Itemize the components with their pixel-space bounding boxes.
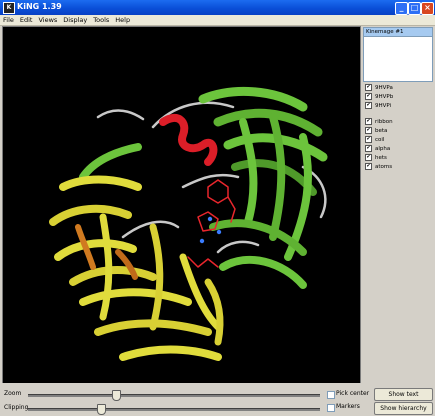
show-text-button[interactable]: Show text [374,388,433,401]
graphics-viewport[interactable] [2,26,361,384]
master-label: atoms [375,164,393,170]
beta-strand [59,175,142,191]
master-label: coil [375,137,385,143]
nitrogen-atom [207,216,213,222]
master-label: hets [375,155,387,161]
clipping-slider-thumb[interactable] [97,404,106,415]
beta-strand [69,266,157,286]
coil-segment [96,109,145,121]
clipping-slider-track[interactable] [28,408,320,411]
beta-strand [79,143,142,181]
checkbox-checked-icon[interactable]: ✔ [365,118,372,125]
master-toggle-beta[interactable]: ✔ beta [365,127,387,135]
ligand-chain [187,256,219,268]
ligand-chain [227,196,236,223]
checkbox-checked-icon[interactable]: ✔ [365,93,372,100]
beta-strand [119,345,222,361]
beta-strand [269,113,286,241]
clipping-label: Clipping [4,404,29,411]
checkbox-checked-icon[interactable]: ✔ [365,136,372,143]
master-toggle-ribbon[interactable]: ✔ ribbon [365,118,393,126]
checkbox-checked-icon[interactable]: ✔ [365,84,372,91]
beta-strand [219,255,307,289]
master-label: beta [375,128,388,134]
beta-strand [213,108,323,137]
kinemage-text-area[interactable] [363,36,433,82]
checkbox-checked-icon[interactable]: ✔ [365,154,372,161]
master-toggle-hets[interactable]: ✔ hets [365,154,387,162]
window-title: KiNG 1.39 [17,2,62,11]
markers-checkbox[interactable] [327,404,335,412]
coil-segment [216,240,260,254]
group-toggle-9hvpa[interactable]: ✔ 9HVPa [365,84,393,92]
title-bar: K KiNG 1.39 _ □ × [0,0,435,15]
ligand-ring [207,179,229,204]
zoom-slider-track[interactable] [28,394,320,397]
group-label: 9HVPb [375,94,394,100]
show-hierarchy-button[interactable]: Show hierarchy [374,402,433,415]
bottom-controls: Zoom Clipping Pick center Markers Show t… [0,383,435,416]
group-label: 9HVPi [375,103,392,109]
master-label: alpha [375,146,391,152]
checkbox-checked-icon[interactable]: ✔ [365,163,372,170]
zoom-label: Zoom [4,390,22,397]
markers-label: Markers [336,403,360,410]
master-toggle-alpha[interactable]: ✔ alpha [365,145,390,153]
king-app-icon: K [3,2,15,14]
minimize-icon[interactable]: _ [395,2,408,15]
checkbox-checked-icon[interactable]: ✔ [365,102,372,109]
nitrogen-atom [216,229,222,235]
group-toggle-9hvpi[interactable]: ✔ 9HVPi [365,102,391,110]
menu-bar: File Edit Views Display Tools Help [0,15,435,26]
beta-strand [79,288,192,306]
ligand-ring [197,211,219,232]
protein-ribbon-render [49,87,328,361]
nitrogen-atom [199,238,205,244]
close-icon[interactable]: × [421,2,434,15]
side-panel: Kinemage #1 ✔ 9HVPa ✔ 9HVPb ✔ 9HVPi ✔ ribbon… [361,26,433,382]
master-toggle-coil[interactable]: ✔ coil [365,136,384,144]
maximize-icon[interactable]: □ [408,2,421,15]
zoom-slider-thumb[interactable] [111,390,121,401]
master-toggle-atoms[interactable]: ✔ atoms [365,163,392,171]
beta-strand [231,159,317,196]
menu-views[interactable]: Views [35,15,60,25]
menu-display[interactable]: Display [60,15,90,25]
menu-edit[interactable]: Edit [17,15,36,25]
checkbox-checked-icon[interactable]: ✔ [365,145,372,152]
group-toggle-9hvpb[interactable]: ✔ 9HVPb [365,93,393,101]
menu-help[interactable]: Help [112,15,133,25]
beta-strand [49,204,132,226]
menu-file[interactable]: File [0,15,17,25]
alpha-helix [159,113,218,166]
group-label: 9HVPa [375,85,393,91]
checkbox-checked-icon[interactable]: ✔ [365,127,372,134]
pick-center-checkbox[interactable] [327,391,335,399]
menu-tools[interactable]: Tools [90,15,112,25]
master-label: ribbon [375,119,393,125]
pick-center-label: Pick center [336,390,370,397]
